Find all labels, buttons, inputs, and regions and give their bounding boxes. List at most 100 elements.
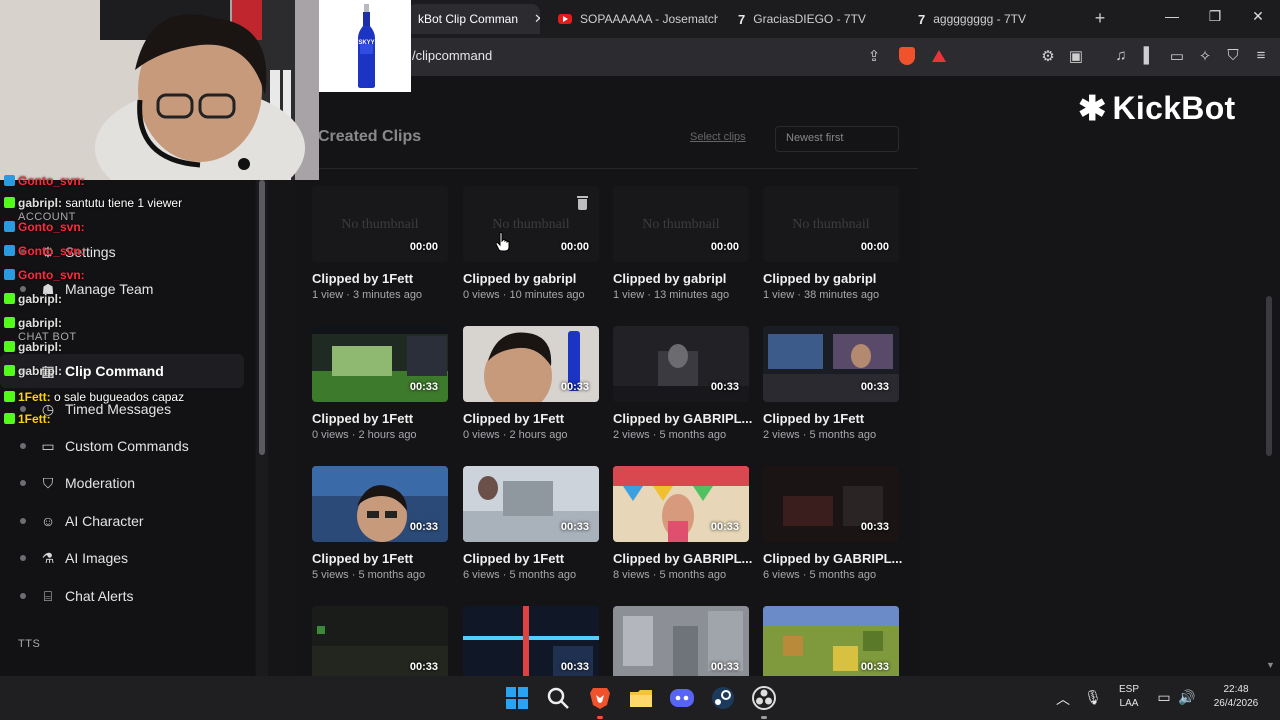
- sort-select[interactable]: Newest first: [775, 126, 899, 152]
- sidebar-item-label: Chat Alerts: [65, 588, 134, 604]
- sidebar-item-custom-commands[interactable]: ▭ Custom Commands: [0, 429, 244, 463]
- clip-title[interactable]: Clipped by GABRIPL...: [613, 551, 753, 566]
- share-icon[interactable]: ⇪: [864, 47, 884, 65]
- clip-card[interactable]: 00:33 Clipped by GABRIPL... 8 views · 5 mo…: [613, 466, 752, 586]
- clip-card[interactable]: 00:33 Clipped by GABRIPL... 2 views · 5 mo…: [613, 326, 752, 446]
- scroll-down-icon[interactable]: ▼: [1266, 660, 1275, 670]
- tray-overflow-icon[interactable]: ︿: [1054, 689, 1072, 709]
- tab-close-icon[interactable]: ✕: [534, 11, 540, 27]
- sidebar-scrollbar[interactable]: [256, 180, 268, 676]
- sidebar-icon[interactable]: ▌: [1139, 47, 1159, 64]
- sidebar-item-chat-alerts[interactable]: ⌸ Chat Alerts: [0, 579, 244, 613]
- tab-kickbot-clip-command[interactable]: kBot Clip Comman ✕: [408, 4, 540, 34]
- obs-icon[interactable]: [751, 685, 777, 711]
- brave-browser-icon[interactable]: [587, 685, 613, 711]
- sidebar-item-label: Moderation: [65, 475, 136, 491]
- volume-icon[interactable]: 🔊: [1178, 689, 1196, 706]
- new-tab-button[interactable]: +: [1090, 8, 1110, 29]
- vpn-icon[interactable]: ⛉: [1223, 47, 1243, 64]
- clip-meta: 6 views · 5 months ago: [463, 569, 577, 581]
- menu-icon[interactable]: ≡: [1251, 47, 1271, 64]
- clip-title[interactable]: Clipped by 1Fett: [312, 411, 452, 426]
- clip-card[interactable]: No thumbnail 00:00 Clipped by gabripl 0 vie…: [463, 186, 599, 306]
- search-icon[interactable]: [545, 685, 571, 711]
- clip-title[interactable]: Clipped by gabripl: [613, 271, 753, 286]
- close-window-button[interactable]: ✕: [1248, 8, 1268, 25]
- language-bottom[interactable]: LAA: [1114, 698, 1144, 709]
- clip-card[interactable]: No thumbnail 00:00 Clipped by gabripl 1 vie…: [763, 186, 899, 306]
- language-top[interactable]: ESP: [1114, 684, 1144, 695]
- trash-icon[interactable]: [576, 196, 589, 210]
- clip-meta: 1 view · 13 minutes ago: [613, 289, 730, 301]
- extensions-icon[interactable]: ⚙: [1038, 47, 1058, 65]
- subscriber-badge-icon: [4, 413, 15, 424]
- 7tv-icon: 7: [738, 11, 746, 27]
- screenshot-icon[interactable]: ▣: [1066, 47, 1086, 65]
- clip-duration: 00:33: [860, 661, 889, 673]
- tab-7tv-agggg[interactable]: 7 agggggggg - 7TV: [908, 4, 1078, 34]
- character-icon: ☺: [40, 513, 56, 529]
- clip-card[interactable]: No thumbnail 00:00 Clipped by gabripl 1 vie…: [613, 186, 749, 306]
- leo-ai-icon[interactable]: ✧: [1195, 47, 1215, 65]
- scrollbar-thumb[interactable]: [259, 180, 265, 455]
- clip-card[interactable]: 00:33 Clipped by 1Fett 6 views · 5 months …: [463, 466, 599, 586]
- sidebar-item-ai-character[interactable]: ☺ AI Character: [0, 504, 244, 538]
- chat-text: santutu tiene 1 viewer: [65, 196, 183, 210]
- clip-title[interactable]: Clipped by 1Fett: [312, 271, 452, 286]
- sidebar-item-ai-images[interactable]: ⚗ AI Images: [0, 541, 244, 575]
- tab-youtube[interactable]: SOPAAAAAA - Josematch: [548, 4, 718, 34]
- clip-title[interactable]: Clipped by 1Fett: [463, 411, 603, 426]
- select-clips-link[interactable]: Select clips: [690, 131, 746, 143]
- no-thumbnail-text: No thumbnail: [792, 217, 870, 232]
- page-title: Created Clips: [318, 128, 422, 145]
- clip-card[interactable]: No thumbnail 00:00 Clipped by 1Fett 1 view …: [312, 186, 448, 306]
- windows-start-icon[interactable]: [504, 685, 530, 711]
- steam-icon[interactable]: [710, 685, 736, 711]
- gift-icon: ⌸: [43, 588, 53, 604]
- clip-title[interactable]: Clipped by gabripl: [763, 271, 903, 286]
- maximize-button[interactable]: ❐: [1205, 8, 1225, 25]
- sword-badge-icon: [4, 221, 15, 232]
- chat-username: gabripl:: [18, 340, 62, 354]
- bullet-icon: [20, 443, 26, 449]
- clip-card[interactable]: 00:33 Clipped by GABRIPL... 6 views · 5 mo…: [763, 466, 902, 586]
- sword-badge-icon: [4, 269, 15, 280]
- divider: [310, 168, 918, 169]
- sidebar-item-moderation[interactable]: ⛉ Moderation: [0, 466, 244, 500]
- file-explorer-icon[interactable]: [628, 685, 654, 711]
- network-icon[interactable]: ▭: [1155, 689, 1173, 706]
- clock-date[interactable]: 26/4/2026: [1204, 698, 1268, 709]
- clip-meta: 1 view · 3 minutes ago: [312, 289, 423, 301]
- clip-title[interactable]: Clipped by GABRIPL...: [763, 551, 903, 566]
- wallet-icon[interactable]: ▭: [1167, 47, 1187, 65]
- microphone-icon[interactable]: 🎙: [1084, 689, 1102, 706]
- clip-title[interactable]: Clipped by 1Fett: [312, 551, 452, 566]
- clip-title[interactable]: Clipped by GABRIPL...: [613, 411, 753, 426]
- 7tv-icon: 7: [918, 11, 926, 27]
- clip-title[interactable]: Clipped by 1Fett: [763, 411, 903, 426]
- clip-title[interactable]: Clipped by 1Fett: [463, 551, 603, 566]
- media-icon[interactable]: ♫: [1111, 47, 1131, 64]
- clip-duration: 00:33: [710, 381, 739, 393]
- sword-badge-icon: [4, 175, 15, 186]
- clock-time[interactable]: 22:48: [1204, 684, 1268, 695]
- minimize-button[interactable]: —: [1162, 8, 1182, 24]
- clip-title[interactable]: Clipped by gabripl: [463, 271, 603, 286]
- bullet-icon: [20, 555, 26, 561]
- clip-duration: 00:33: [860, 521, 889, 533]
- url-field[interactable]: /clipcommand: [412, 48, 492, 63]
- clip-card[interactable]: 00:33 Clipped by 1Fett 0 views · 2 hours a…: [463, 326, 599, 446]
- discord-icon[interactable]: [669, 685, 695, 711]
- subscriber-badge-icon: [4, 341, 15, 352]
- clip-card[interactable]: 00:33 Clipped by 1Fett 5 views · 5 months …: [312, 466, 448, 586]
- chat-message: Gonto_svn:: [4, 268, 85, 282]
- brave-shield-icon[interactable]: [899, 47, 915, 65]
- clip-card[interactable]: 00:33 Clipped by 1Fett 2 views · 5 months …: [763, 326, 899, 446]
- page-scrollbar-thumb[interactable]: [1266, 296, 1272, 456]
- clip-meta: 0 views · 10 minutes ago: [463, 289, 585, 301]
- tab-7tv-graciasdiego[interactable]: 7 GraciasDIEGO - 7TV: [728, 4, 898, 34]
- kickbot-mark-icon: ✱: [1078, 89, 1107, 128]
- clip-card[interactable]: 00:33 Clipped by 1Fett 0 views · 2 hours a…: [312, 326, 448, 446]
- brave-rewards-icon[interactable]: [932, 50, 946, 62]
- clip-meta: 8 views · 5 months ago: [613, 569, 727, 581]
